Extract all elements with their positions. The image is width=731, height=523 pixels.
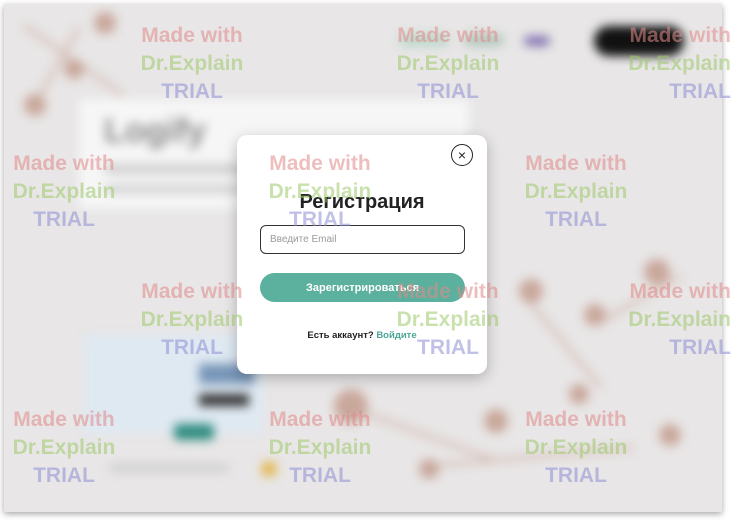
register-button[interactable]: Зарегистрироваться: [260, 273, 465, 302]
email-field[interactable]: [260, 225, 465, 254]
close-icon[interactable]: ×: [451, 144, 473, 166]
modal-title: Регистрация: [299, 191, 425, 213]
registration-modal: × Регистрация Зарегистрироваться Есть ак…: [237, 135, 487, 374]
login-link[interactable]: Войдите: [376, 330, 416, 341]
have-account-text: Есть аккаунт?: [307, 330, 374, 341]
login-prompt: Есть аккаунт? Войдите: [237, 330, 487, 341]
background-logo: Logify: [104, 112, 206, 150]
